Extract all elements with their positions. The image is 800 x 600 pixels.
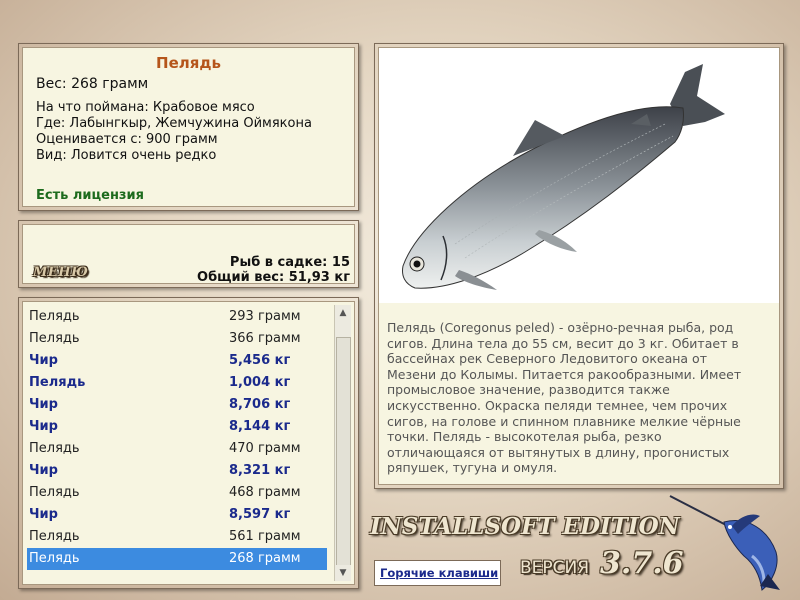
catch-list-panel: Пелядь 293 грамм Пелядь 366 грамм Чир 5,456 к… <box>18 297 359 589</box>
catch-fish-weight: 8,597 кг <box>229 507 291 522</box>
list-scrollbar[interactable]: ▲ ▼ <box>334 305 351 581</box>
catch-list-row[interactable]: Чир 8,706 кг <box>27 394 327 416</box>
catch-fish-name: Чир <box>29 353 58 368</box>
fish-location: Где: Лабынгкыр, Жемчужина Оймякона <box>36 116 312 131</box>
scroll-up-icon[interactable]: ▲ <box>335 305 351 321</box>
fish-info-inner: Пелядь Вес: 268 грамм На что поймана: Кр… <box>22 47 355 207</box>
catch-fish-weight: 268 грамм <box>229 551 301 566</box>
license-status: Есть лицензия <box>36 188 144 203</box>
catch-fish-weight: 293 грамм <box>229 309 301 324</box>
catch-list-row[interactable]: Пелядь 293 грамм <box>27 306 327 328</box>
catch-list-row[interactable]: Пелядь 468 грамм <box>27 482 327 504</box>
catch-fish-weight: 5,456 кг <box>229 353 291 368</box>
fish-description: Пелядь (Coregonus peled) - озёрно-речная… <box>387 320 742 476</box>
cage-summary-inner: МЕНЮ Рыб в садке: 15 Общий вес: 51,93 кг <box>22 224 355 285</box>
catch-list-row[interactable]: Пелядь 268 грамм <box>27 548 327 570</box>
catch-list-row[interactable]: Пелядь 366 грамм <box>27 328 327 350</box>
scroll-down-icon[interactable]: ▼ <box>335 565 351 581</box>
catch-fish-weight: 366 грамм <box>229 331 301 346</box>
catch-list-row[interactable]: Чир 8,597 кг <box>27 504 327 526</box>
catch-fish-name: Чир <box>29 419 58 434</box>
catch-fish-weight: 561 грамм <box>229 529 301 544</box>
hotkeys-link[interactable]: Горячие клавиши <box>380 566 498 580</box>
fish-weight: Вес: 268 грамм <box>36 76 149 92</box>
version-label: ВЕРСИЯ <box>520 558 590 578</box>
edition-title: INSTALLSOFT EDITION <box>370 513 680 540</box>
marlin-logo <box>669 495 780 591</box>
cage-summary-panel: МЕНЮ Рыб в садке: 15 Общий вес: 51,93 кг <box>18 220 359 288</box>
catch-fish-name: Пелядь <box>29 485 80 500</box>
catch-list: Пелядь 293 грамм Пелядь 366 грамм Чир 5,456 к… <box>27 306 327 570</box>
catch-list-row[interactable]: Пелядь 470 грамм <box>27 438 327 460</box>
fish-title: Пелядь <box>156 54 221 72</box>
fish-rarity: Вид: Ловится очень редко <box>36 148 217 163</box>
catch-fish-name: Чир <box>29 507 58 522</box>
catch-fish-name: Чир <box>29 463 58 478</box>
fish-bait: На что поймана: Крабовое мясо <box>36 100 255 115</box>
catch-list-inner: Пелядь 293 грамм Пелядь 366 грамм Чир 5,456 к… <box>22 301 355 585</box>
catch-fish-weight: 8,144 кг <box>229 419 291 434</box>
fish-info-panel: Пелядь Вес: 268 грамм На что поймана: Кр… <box>18 43 359 211</box>
hotkeys-button-box[interactable]: Горячие клавиши <box>374 560 501 586</box>
catch-fish-weight: 1,004 кг <box>229 375 291 390</box>
catch-fish-weight: 468 грамм <box>229 485 301 500</box>
menu-button[interactable]: МЕНЮ <box>33 265 88 280</box>
cage-total-weight: Общий вес: 51,93 кг <box>197 270 350 285</box>
catch-list-row[interactable]: Чир 8,144 кг <box>27 416 327 438</box>
scroll-thumb[interactable] <box>336 337 351 573</box>
catch-list-row[interactable]: Пелядь 1,004 кг <box>27 372 327 394</box>
cage-fish-count: Рыб в садке: 15 <box>229 255 350 270</box>
fish-value: Оценивается с: 900 грамм <box>36 132 218 147</box>
fish-picture-inner: Пелядь (Coregonus peled) - озёрно-речная… <box>378 47 780 485</box>
catch-fish-weight: 8,321 кг <box>229 463 291 478</box>
catch-list-row[interactable]: Чир 8,321 кг <box>27 460 327 482</box>
catch-fish-name: Пелядь <box>29 529 80 544</box>
catch-fish-name: Пелядь <box>29 375 86 390</box>
catch-list-row[interactable]: Чир 5,456 кг <box>27 350 327 372</box>
catch-fish-name: Пелядь <box>29 309 80 324</box>
catch-fish-name: Чир <box>29 397 58 412</box>
peled-fish-image <box>402 64 725 290</box>
catch-fish-weight: 8,706 кг <box>229 397 291 412</box>
catch-fish-name: Пелядь <box>29 331 80 346</box>
catch-list-row[interactable]: Пелядь 561 грамм <box>27 526 327 548</box>
catch-fish-name: Пелядь <box>29 441 80 456</box>
fish-picture-panel: Пелядь (Coregonus peled) - озёрно-речная… <box>374 43 784 489</box>
catch-fish-name: Пелядь <box>29 551 80 566</box>
catch-fish-weight: 470 грамм <box>229 441 301 456</box>
